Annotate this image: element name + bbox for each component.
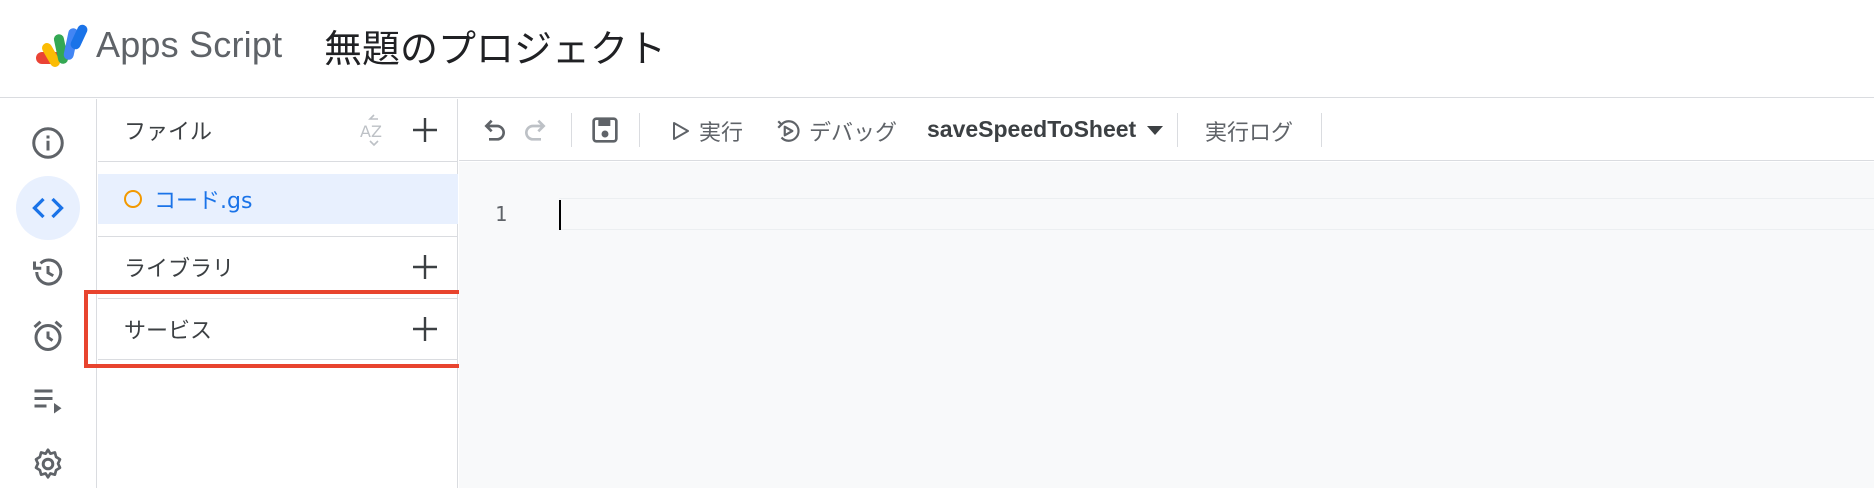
- services-section-label: サービス: [124, 319, 213, 344]
- rail-history-button[interactable]: [16, 240, 80, 304]
- services-section-header: サービス: [98, 298, 458, 360]
- divider: [98, 359, 458, 360]
- gear-icon: [34, 448, 62, 479]
- rail-settings-button[interactable]: [16, 432, 80, 496]
- text-cursor: [559, 200, 561, 230]
- files-section-header: ファイル AZ: [98, 99, 458, 161]
- undo-icon[interactable]: [477, 114, 509, 146]
- debug-icon: [777, 120, 800, 142]
- function-select-value: saveSpeedToSheet: [927, 116, 1137, 142]
- execution-log-button[interactable]: 実行ログ: [1205, 115, 1293, 147]
- function-select[interactable]: saveSpeedToSheet: [927, 116, 1164, 143]
- code-icon: [32, 197, 64, 219]
- alarm-icon: [33, 320, 63, 351]
- add-file-icon[interactable]: [410, 115, 440, 145]
- rail-triggers-button[interactable]: [16, 304, 80, 368]
- run-button[interactable]: 実行: [671, 115, 743, 147]
- files-section-label: ファイル: [124, 120, 213, 145]
- toolbar-separator: [1321, 113, 1322, 147]
- libraries-section-label: ライブラリ: [124, 257, 235, 282]
- rail-editor-button[interactable]: [16, 176, 80, 240]
- execution-log-label: 実行ログ: [1205, 121, 1294, 146]
- app-header: Apps Script 無題のプロジェクト: [0, 0, 1874, 98]
- history-icon: [33, 258, 63, 286]
- toolbar-separator: [571, 113, 572, 147]
- app-name: Apps Script: [96, 24, 283, 65]
- debug-label: デバッグ: [809, 121, 898, 146]
- debug-button[interactable]: デバッグ: [775, 115, 897, 147]
- file-item[interactable]: コード.gs: [98, 174, 458, 224]
- file-name: コード.gs: [154, 189, 253, 214]
- run-label: 実行: [699, 121, 744, 146]
- editor-toolbar: 実行 デバッグ saveSpeedToSheet 実行ログ: [459, 99, 1874, 161]
- libraries-section-header: ライブラリ: [98, 236, 458, 298]
- divider: [98, 161, 458, 162]
- code-editor[interactable]: 1: [459, 162, 1874, 488]
- svg-text:AZ: AZ: [360, 122, 382, 141]
- rail-overview-button[interactable]: [16, 111, 80, 175]
- toolbar-separator: [1177, 113, 1178, 147]
- unsaved-dot-icon: [124, 190, 142, 208]
- info-icon: [32, 127, 64, 159]
- current-line-highlight: [559, 198, 1874, 230]
- file-panel: ファイル AZ コード.gs ライブラリ サービス: [98, 99, 458, 488]
- caret-down-icon: [1147, 125, 1164, 135]
- add-service-icon[interactable]: [410, 314, 440, 344]
- add-library-icon[interactable]: [410, 252, 440, 282]
- save-icon[interactable]: [589, 114, 621, 146]
- play-icon: [673, 122, 689, 140]
- apps-script-logo[interactable]: [34, 22, 88, 70]
- left-rail: [0, 99, 97, 488]
- sort-az-icon[interactable]: AZ: [358, 113, 390, 147]
- project-title[interactable]: 無題のプロジェクト: [324, 18, 666, 73]
- redo-icon[interactable]: [521, 114, 553, 146]
- line-number: 1: [495, 202, 508, 226]
- toolbar-separator: [639, 113, 640, 147]
- executions-icon: [34, 389, 62, 414]
- rail-executions-button[interactable]: [16, 368, 80, 432]
